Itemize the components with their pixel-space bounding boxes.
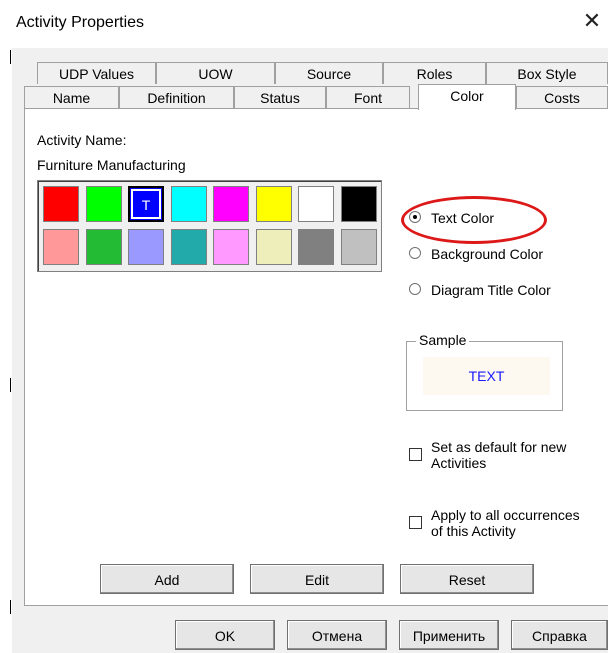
color-swatch[interactable] xyxy=(255,186,292,222)
color-swatch[interactable] xyxy=(340,229,377,265)
ok-button[interactable]: OK xyxy=(175,620,275,650)
color-swatch[interactable] xyxy=(213,229,249,265)
close-icon[interactable]: ✕ xyxy=(580,10,604,34)
color-swatch[interactable] xyxy=(43,186,79,222)
color-swatch[interactable] xyxy=(43,229,79,265)
tab-definition[interactable]: Definition xyxy=(119,86,234,108)
tab-box-style[interactable]: Box Style xyxy=(486,62,608,84)
tab-name[interactable]: Name xyxy=(24,86,119,108)
color-swatch[interactable] xyxy=(298,229,334,265)
tab-uow[interactable]: UOW xyxy=(156,62,275,84)
diagram-title-color-label: Diagram Title Color xyxy=(431,282,551,298)
color-swatch[interactable] xyxy=(340,186,377,222)
color-swatch[interactable] xyxy=(298,186,334,222)
set-default-label: Set as default for new Activities xyxy=(431,439,566,471)
apply-all-label-line1: Apply to all occurrences xyxy=(431,507,580,523)
color-swatch[interactable] xyxy=(128,229,164,265)
apply-all-label-line2: of this Activity xyxy=(431,523,516,539)
tab-source[interactable]: Source xyxy=(275,62,383,84)
tab-roles[interactable]: Roles xyxy=(383,62,486,84)
apply-button[interactable]: Применить xyxy=(399,620,499,650)
color-swatch[interactable] xyxy=(85,229,122,265)
tab-status[interactable]: Status xyxy=(234,86,326,108)
activity-name-label: Activity Name: xyxy=(37,132,127,148)
color-swatch[interactable]: T xyxy=(128,186,164,222)
diagram-title-color-radio[interactable] xyxy=(409,283,421,295)
color-swatch[interactable] xyxy=(255,229,292,265)
color-swatch[interactable] xyxy=(213,186,249,222)
add-button[interactable]: Add xyxy=(100,564,234,594)
window-edge xyxy=(10,50,11,64)
tab-color[interactable]: Color xyxy=(418,84,516,110)
activity-name-value: Furniture Manufacturing xyxy=(37,157,186,173)
window-edge xyxy=(10,600,11,614)
apply-all-label: Apply to all occurrences of this Activit… xyxy=(431,507,580,539)
set-default-label-line2: Activities xyxy=(431,455,487,471)
tab-udp-values[interactable]: UDP Values xyxy=(37,62,156,84)
reset-button[interactable]: Reset xyxy=(400,564,534,594)
tab-font[interactable]: Font xyxy=(326,86,410,108)
color-swatch[interactable] xyxy=(170,229,207,265)
help-button[interactable]: Справка xyxy=(511,620,608,650)
cancel-button[interactable]: Отмена xyxy=(287,620,387,650)
color-swatch[interactable] xyxy=(170,186,207,222)
apply-all-checkbox[interactable] xyxy=(409,516,422,529)
color-swatch[interactable] xyxy=(85,186,122,222)
text-color-label: Text Color xyxy=(431,210,495,226)
tab-costs[interactable]: Costs xyxy=(516,86,608,108)
window-edge xyxy=(10,378,11,392)
set-default-checkbox[interactable] xyxy=(409,448,422,461)
set-default-label-line1: Set as default for new xyxy=(431,439,567,455)
background-color-label: Background Color xyxy=(431,246,544,262)
edit-button[interactable]: Edit xyxy=(250,564,384,594)
text-color-radio[interactable] xyxy=(409,211,421,223)
color-palette: T xyxy=(37,180,382,272)
window-title: Activity Properties xyxy=(16,14,145,31)
background-color-radio[interactable] xyxy=(409,247,421,259)
